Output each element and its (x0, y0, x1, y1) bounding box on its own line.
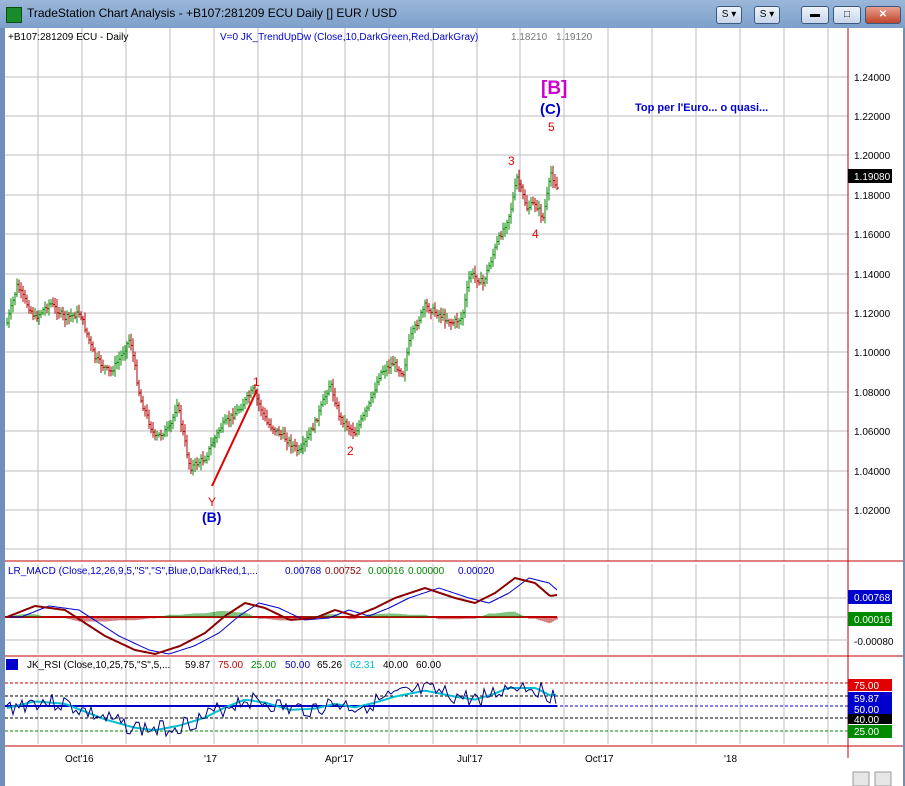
wave-4-label: 4 (532, 227, 539, 241)
window-title: TradeStation Chart Analysis - +B107:2812… (27, 6, 398, 20)
price-tick: 1.16000 (854, 230, 891, 241)
wave-bracket-b: [B] (541, 78, 567, 99)
symbol-label: +B107:281209 ECU - Daily (8, 32, 128, 43)
macd-tick: 0.00016 (854, 615, 891, 626)
price-tick: 1.14000 (854, 270, 891, 281)
rsi-value: 75.00 (218, 660, 243, 671)
rsi-value: 25.00 (251, 660, 276, 671)
macd-value: 0.00000 (408, 566, 445, 577)
macd-value: 0.00752 (325, 566, 362, 577)
rsi-tick: 40.00 (854, 715, 879, 726)
time-tick: '17 (204, 754, 217, 765)
price-chart[interactable]: +B107:281209 ECU - Daily V=0 JK_TrendUpD… (5, 28, 903, 786)
price-tick: 1.08000 (854, 388, 891, 399)
indicator-label: V=0 JK_TrendUpDw (Close,10,DarkGreen,Red… (220, 32, 478, 43)
rsi-tick: 59.87 (854, 694, 879, 705)
wave-3-label: 3 (508, 154, 515, 168)
close-button[interactable]: ✕ (865, 6, 901, 24)
chart-window: +B107:281209 ECU - Daily V=0 JK_TrendUpD… (5, 28, 903, 786)
wave-2-label: 2 (347, 444, 354, 458)
scroll-button[interactable] (874, 771, 892, 786)
macd-value: 0.00020 (458, 566, 495, 577)
wave-1-label: 1 (253, 375, 260, 389)
workspace-menu-button[interactable]: S ▾ (754, 6, 780, 24)
app-icon (6, 7, 22, 23)
rsi-average-line (6, 687, 557, 732)
rsi-value: 40.00 (383, 660, 408, 671)
macd-tick: 0.00768 (854, 593, 891, 604)
price-tick: 1.10000 (854, 348, 891, 359)
rsi-value: 60.00 (416, 660, 441, 671)
scroll-button[interactable] (852, 771, 870, 786)
macd-tick: -0.00080 (854, 637, 894, 648)
maximize-button[interactable]: □ (833, 6, 861, 24)
rsi-value: 50.00 (285, 660, 310, 671)
workspace-button[interactable]: S ▾ (716, 6, 742, 24)
time-tick: Oct'16 (65, 754, 94, 765)
macd-value: 0.00016 (368, 566, 405, 577)
rsi-tick: 25.00 (854, 727, 879, 738)
price-tick: 1.20000 (854, 151, 891, 162)
chart-comment: Top per l'Euro... o quasi... (635, 102, 768, 114)
macd-label: LR_MACD (Close,12,26,9,5,"S","S",Blue,0,… (8, 566, 258, 577)
title-bar: TradeStation Chart Analysis - +B107:2812… (0, 0, 905, 28)
time-tick: '18 (724, 754, 737, 765)
rsi-label: JK_RSI (Close,10,25,75,"S",5,... (27, 660, 170, 671)
indicator-value: 1.18210 (511, 32, 548, 43)
price-tick: 1.04000 (854, 467, 891, 478)
macd-value: 0.00768 (285, 566, 322, 577)
price-tick: 1.22000 (854, 112, 891, 123)
price-tick: 1.24000 (854, 73, 891, 84)
price-tick: 1.02000 (854, 506, 891, 517)
rsi-value: 65.26 (317, 660, 342, 671)
wave-y-label: Y (208, 495, 216, 509)
price-tick: 1.12000 (854, 309, 891, 320)
rsi-line (6, 681, 557, 738)
indicator-value: 1.19120 (556, 32, 593, 43)
rsi-value: 59.87 (185, 660, 210, 671)
wave-b-label: (B) (202, 509, 221, 525)
price-tick: 1.18000 (854, 191, 891, 202)
wave-5-label: 5 (548, 120, 555, 134)
last-price: 1.19080 (854, 172, 891, 183)
minimize-button[interactable]: ▬ (801, 6, 829, 24)
time-tick: Jul'17 (457, 754, 483, 765)
time-tick: Apr'17 (325, 754, 354, 765)
rsi-tick: 75.00 (854, 681, 879, 692)
rsi-value: 62.31 (350, 660, 375, 671)
rsi-color-swatch (6, 659, 18, 670)
price-tick: 1.06000 (854, 427, 891, 438)
wave-c-label: (C) (540, 101, 561, 118)
time-tick: Oct'17 (585, 754, 614, 765)
